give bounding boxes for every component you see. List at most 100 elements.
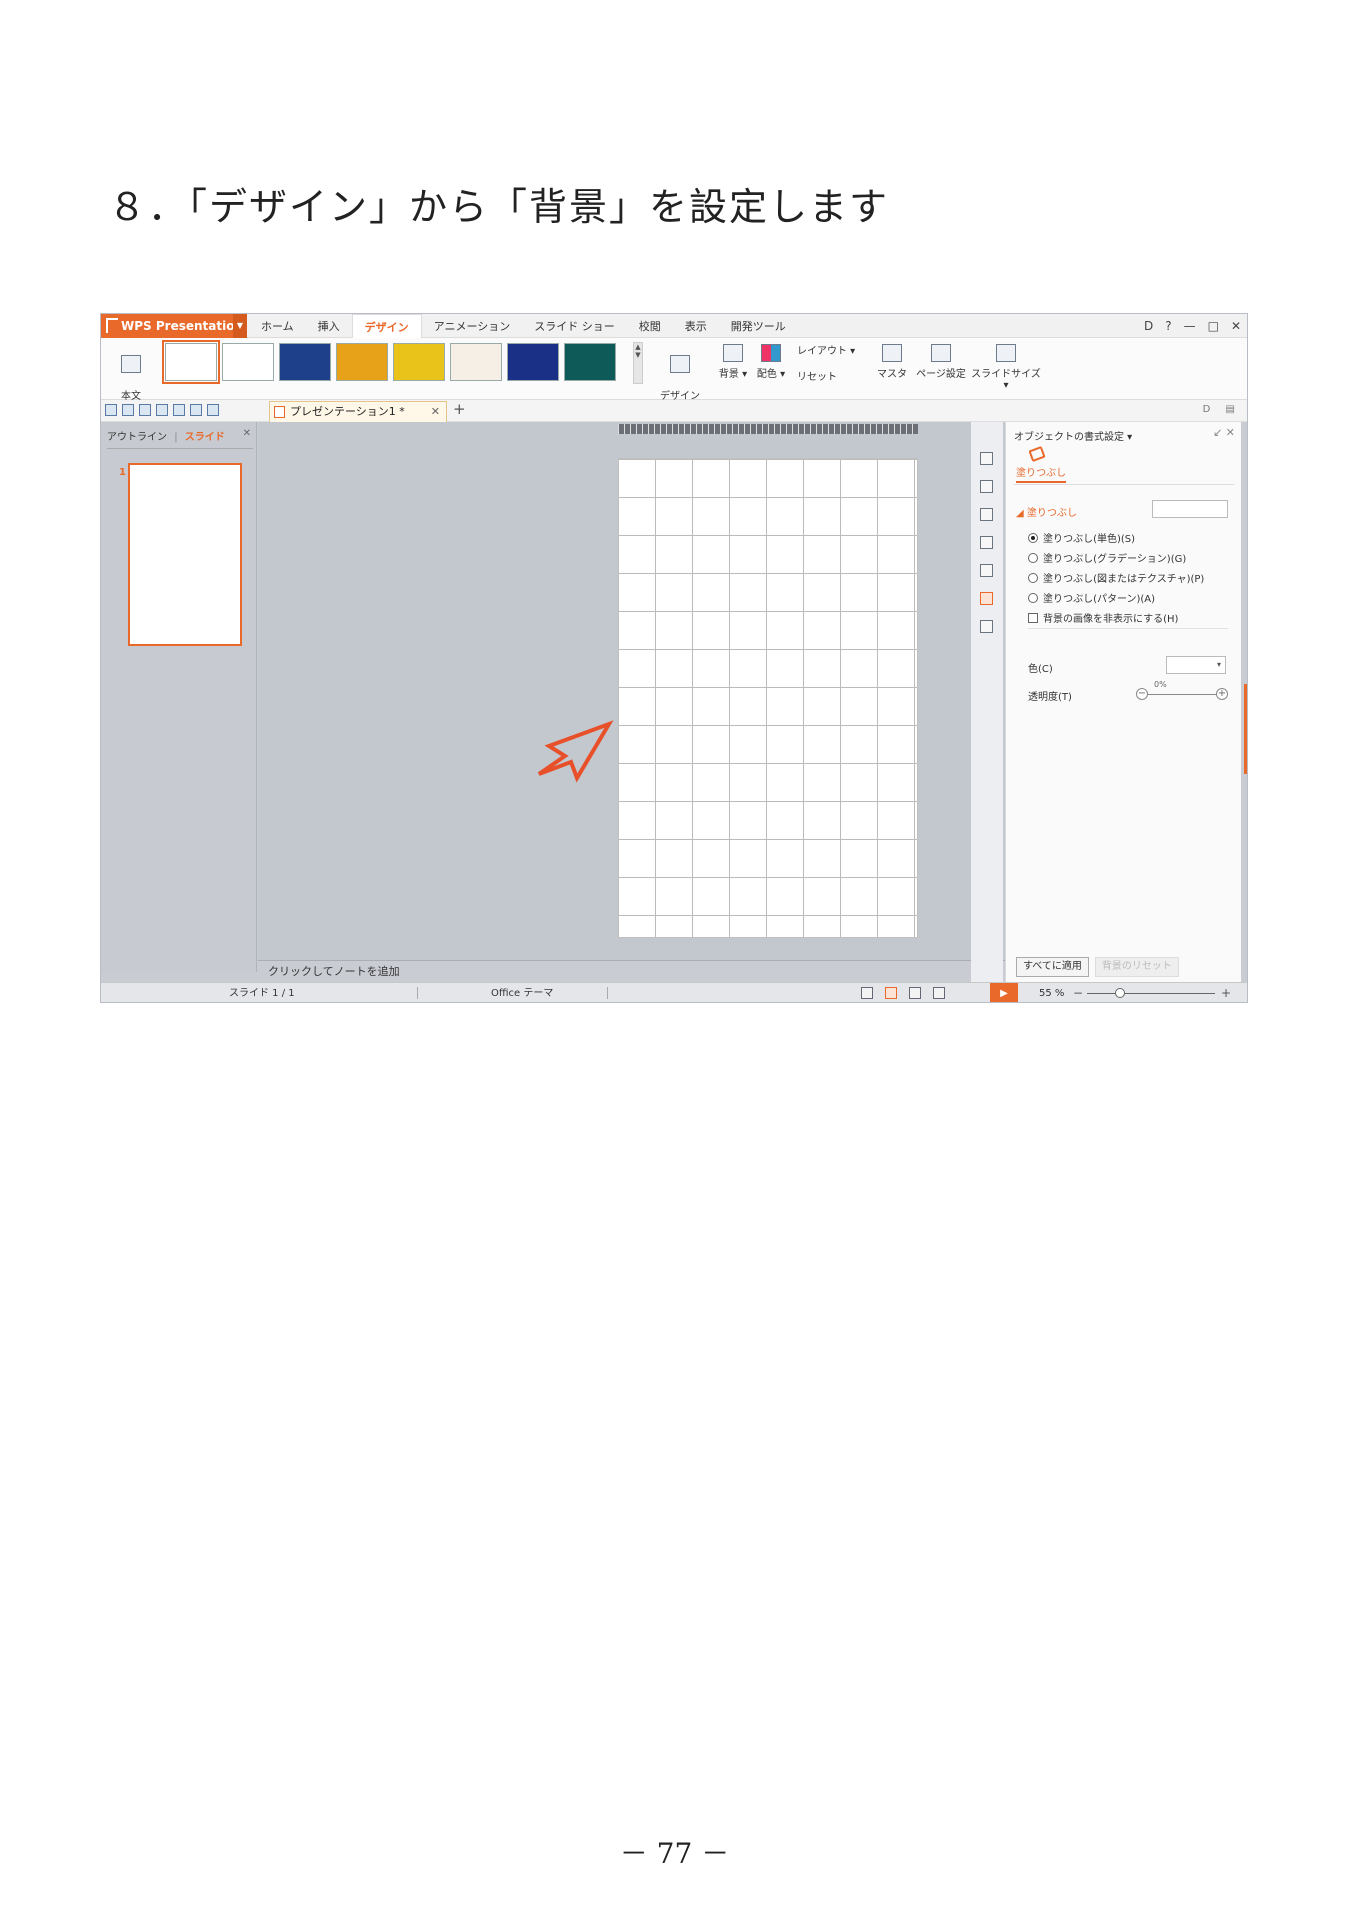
tab-slides[interactable]: スライド (185, 432, 225, 443)
zoom-in-icon[interactable]: + (1221, 983, 1231, 1002)
background-button[interactable]: 背景 ▾ (715, 344, 751, 380)
theme-thumbnail[interactable] (162, 340, 220, 384)
radio-button[interactable] (1028, 593, 1038, 603)
hide-background-checkbox[interactable]: 背景の画像を非表示にする(H) (1028, 610, 1178, 625)
reset-button[interactable]: リセット (797, 368, 857, 383)
tab-fill[interactable]: 塗りつぶし (1016, 464, 1067, 483)
option-label: 塗りつぶし(パターン)(A) (1043, 594, 1156, 605)
slide-thumbnail[interactable] (128, 463, 242, 646)
redo-icon[interactable] (207, 404, 219, 416)
radio-button[interactable] (1028, 573, 1038, 583)
close-button[interactable]: ✕ (1231, 319, 1241, 333)
account-icon[interactable]: D (1144, 319, 1153, 333)
decrease-icon[interactable]: − (1136, 688, 1148, 700)
increase-icon[interactable]: + (1216, 688, 1228, 700)
fill-solid-option[interactable]: 塗りつぶし(単色)(S) (1028, 530, 1135, 545)
close-icon[interactable]: ✕ (431, 402, 440, 422)
template-icon (121, 355, 141, 373)
fill-section-header[interactable]: ◢ 塗りつぶし (1016, 504, 1077, 519)
help-icon[interactable]: ? (1165, 319, 1171, 333)
apply-all-button[interactable]: すべてに適用 (1016, 957, 1089, 977)
gallery-scroll[interactable]: ▲ ▼ (633, 342, 643, 384)
master-button[interactable]: マスタ (875, 344, 909, 380)
undo-icon[interactable] (190, 404, 202, 416)
slide-size-button[interactable]: スライドサイズ ▾ (971, 344, 1041, 391)
notes-view-icon[interactable] (861, 987, 873, 999)
play-slideshow-button[interactable]: ▶ (990, 983, 1018, 1002)
fill-picture-option[interactable]: 塗りつぶし(図またはテクスチャ)(P) (1028, 570, 1204, 585)
layout-icon[interactable] (980, 536, 993, 549)
radio-button[interactable] (1028, 553, 1038, 563)
chevron-down-icon[interactable]: ▼ (233, 314, 247, 338)
theme-thumbnail[interactable] (564, 343, 616, 381)
sorter-view-icon[interactable] (909, 987, 921, 999)
tab-home[interactable]: ホーム (249, 314, 306, 338)
grid-icon[interactable] (980, 564, 993, 577)
print-icon[interactable] (156, 404, 168, 416)
zoom-out-icon[interactable]: − (1073, 983, 1083, 1002)
color-dropdown[interactable]: ▾ (1166, 656, 1226, 674)
slide-canvas[interactable] (618, 458, 918, 938)
page-setup-icon (931, 344, 951, 362)
zoom-slider[interactable]: − + (1073, 983, 1243, 1002)
quick-access-icons (105, 404, 219, 416)
reset-background-button[interactable]: 背景のリセット (1094, 957, 1179, 977)
save-icon[interactable] (122, 404, 134, 416)
menu-bar: WPS Presentation ▼ ホーム 挿入 デザイン アニメーション ス… (101, 314, 1247, 338)
radio-button[interactable] (1028, 533, 1038, 543)
tab-outline[interactable]: アウトライン (107, 432, 167, 443)
theme-thumbnail[interactable] (507, 343, 559, 381)
task-pane-title[interactable]: オブジェクトの書式設定 ▾ (1014, 428, 1132, 443)
zoom-level: 55 % (1039, 988, 1065, 999)
export-pdf-icon[interactable] (139, 404, 151, 416)
slides-pane: アウトライン | スライド ✕ 1 (101, 422, 257, 972)
zoom-knob[interactable] (1115, 988, 1125, 998)
page-setup-button[interactable]: ページ設定 (915, 344, 967, 380)
app-menu-button[interactable]: WPS Presentation ▼ (101, 314, 247, 338)
tab-design[interactable]: デザイン (351, 314, 422, 338)
format-object-icon[interactable] (980, 592, 993, 605)
view-buttons (861, 987, 945, 999)
theme-thumbnail[interactable] (450, 343, 502, 381)
checkbox[interactable] (1028, 613, 1038, 623)
transparency-value: 0% (1154, 680, 1167, 689)
color-scheme-button[interactable]: 配色 ▾ (753, 344, 789, 380)
theme-thumbnail[interactable] (393, 343, 445, 381)
tab-developer[interactable]: 開発ツール (719, 314, 798, 338)
animation-icon[interactable] (980, 480, 993, 493)
open-icon[interactable] (105, 404, 117, 416)
transition-icon[interactable] (980, 508, 993, 521)
tab-insert[interactable]: 挿入 (306, 314, 352, 338)
theme-thumbnail[interactable] (279, 343, 331, 381)
tab-slideshow[interactable]: スライド ショー (522, 314, 627, 338)
reading-view-icon[interactable] (933, 987, 945, 999)
preview-icon[interactable] (173, 404, 185, 416)
transparency-slider[interactable]: − 0% + (1136, 680, 1228, 704)
document-tab[interactable]: プレゼンテーション1 * ✕ (269, 401, 447, 422)
layout-button[interactable]: レイアウト ▾ (797, 342, 867, 357)
slide-counter: スライド 1 / 1 (229, 988, 295, 999)
fill-pattern-option[interactable]: 塗りつぶし(パターン)(A) (1028, 590, 1155, 605)
restore-button[interactable]: □ (1208, 319, 1219, 333)
design-template-icon (670, 355, 690, 373)
new-slide-icon[interactable] (980, 452, 993, 465)
new-tab-button[interactable]: + (453, 400, 466, 418)
pane-controls[interactable]: ↙ ✕ (1213, 426, 1235, 439)
minimize-button[interactable]: — (1184, 319, 1196, 333)
format-object-pane: オブジェクトの書式設定 ▾ ↙ ✕ 塗りつぶし ◢ 塗りつぶし 塗りつぶし(単色… (1005, 422, 1241, 982)
page-setup-label: ページ設定 (916, 369, 966, 380)
color-scheme-icon (761, 344, 781, 362)
theme-thumbnail[interactable] (222, 343, 274, 381)
pane-collapse-handle[interactable] (1244, 684, 1247, 774)
tab-animation[interactable]: アニメーション (422, 314, 523, 338)
theme-name: Office テーマ (491, 988, 554, 999)
fill-gradient-option[interactable]: 塗りつぶし(グラデーション)(G) (1028, 550, 1186, 565)
toolbar-options-icon[interactable]: D ▤ (1203, 404, 1241, 415)
color-scheme-label: 配色 ▾ (756, 369, 786, 380)
close-icon[interactable]: ✕ (243, 428, 251, 439)
backup-icon[interactable] (980, 620, 993, 633)
tab-view[interactable]: 表示 (673, 314, 719, 338)
theme-thumbnail[interactable] (336, 343, 388, 381)
tab-review[interactable]: 校閲 (627, 314, 673, 338)
normal-view-icon[interactable] (885, 987, 897, 999)
